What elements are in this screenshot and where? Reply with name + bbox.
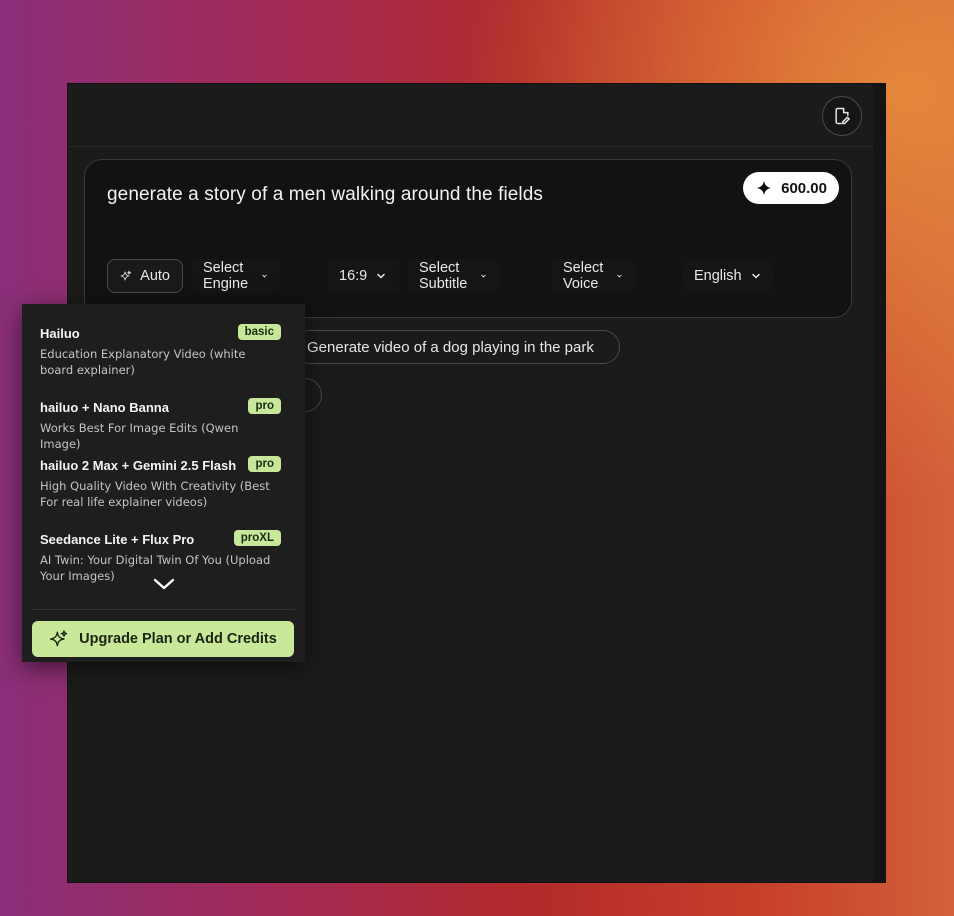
suggestion-label: Generate video of a dog playing in the p… — [307, 338, 594, 356]
engine-dropdown-menu: Hailuo basic Education Explanatory Video… — [22, 304, 305, 662]
upgrade-label: Upgrade Plan or Add Credits — [79, 631, 277, 647]
suggestion-chip[interactable]: Generate video of a dog playing in the p… — [292, 330, 620, 364]
plan-badge: pro — [248, 456, 281, 472]
engine-option-title: hailuo + Nano Banna — [40, 400, 169, 415]
aspect-ratio-dropdown[interactable]: 16:9 — [327, 259, 400, 293]
language-dropdown[interactable]: English — [682, 259, 774, 293]
plan-badge: pro — [248, 398, 281, 414]
engine-option-title: hailuo 2 Max + Gemini 2.5 Flash — [40, 458, 237, 473]
select-subtitle-label: Select Subtitle — [419, 260, 468, 292]
aspect-ratio-label: 16:9 — [339, 268, 368, 284]
engine-option-desc: High Quality Video With Creativity (Best… — [40, 479, 270, 509]
engine-option[interactable]: hailuo 2 Max + Gemini 2.5 Flash pro High… — [40, 456, 281, 510]
select-engine-dropdown[interactable]: Select Engine — [191, 259, 281, 293]
auto-label: Auto — [140, 268, 170, 284]
auto-button[interactable]: Auto — [107, 259, 183, 293]
language-label: English — [694, 268, 742, 284]
chevron-down-icon — [617, 274, 623, 278]
prompt-input[interactable]: generate a story of a men walking around… — [107, 184, 543, 206]
chevron-down-icon — [377, 273, 385, 279]
select-voice-label: Select Voice — [563, 260, 604, 292]
upgrade-plan-button[interactable]: Upgrade Plan or Add Credits — [32, 621, 294, 657]
menu-divider — [32, 609, 295, 610]
plan-badge: basic — [237, 324, 281, 340]
chevron-down-icon — [262, 274, 267, 278]
sparkle-icon — [120, 270, 132, 281]
engine-option-desc: Education Explanatory Video (white board… — [40, 347, 246, 377]
select-voice-dropdown[interactable]: Select Voice — [551, 259, 636, 293]
engine-option-desc: Works Best For Image Edits (Qwen Image) — [40, 421, 239, 451]
chevron-down-icon[interactable] — [152, 576, 176, 592]
document-edit-icon — [835, 107, 850, 125]
engine-option[interactable]: Hailuo basic Education Explanatory Video… — [40, 324, 281, 378]
select-subtitle-dropdown[interactable]: Select Subtitle — [407, 259, 500, 293]
document-button[interactable] — [822, 96, 862, 136]
sparkle-icon — [50, 630, 68, 647]
engine-option[interactable]: hailuo + Nano Banna pro Works Best For I… — [40, 398, 281, 452]
prompt-card: generate a story of a men walking around… — [84, 159, 852, 318]
panel-scrollbar[interactable] — [873, 84, 885, 882]
chevron-down-icon — [481, 274, 487, 278]
sparkle-icon — [756, 180, 772, 196]
credits-value: 600.00 — [781, 179, 827, 197]
select-engine-label: Select Engine — [203, 260, 249, 292]
header-divider — [68, 146, 873, 147]
chevron-down-icon — [751, 273, 760, 279]
plan-badge: proXL — [233, 530, 281, 546]
credits-badge[interactable]: 600.00 — [743, 172, 839, 204]
